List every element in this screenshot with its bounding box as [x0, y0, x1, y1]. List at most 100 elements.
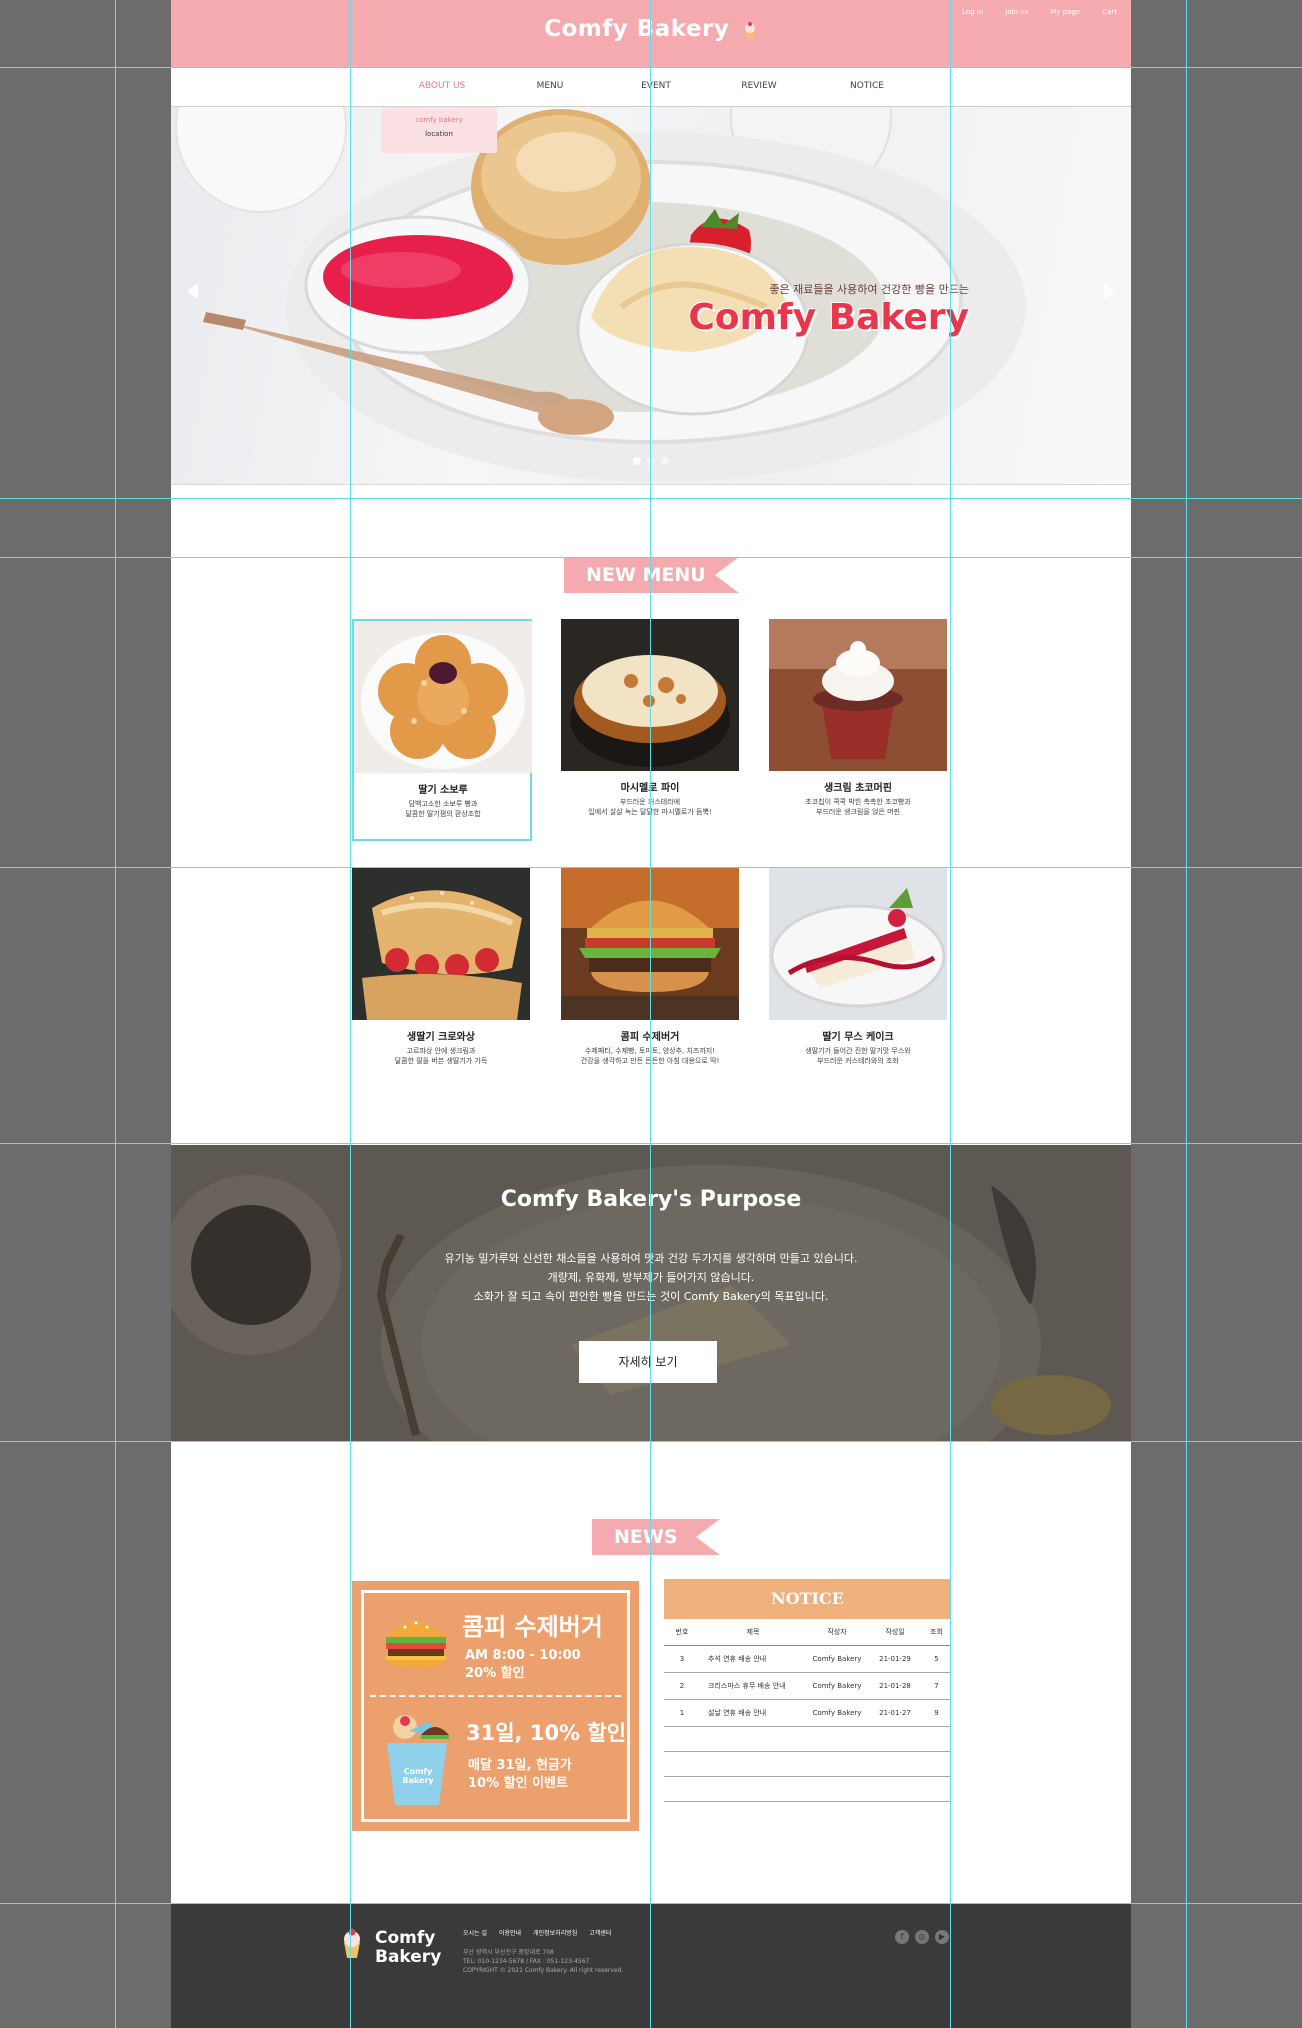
guide-line — [650, 0, 651, 2028]
dessert-cup-icon — [387, 1715, 449, 1805]
cell: 2 — [664, 1672, 700, 1700]
menu-card[interactable]: 마시멜로 파이 부드러운 커스테라에입에서 살살 녹는 달달한 마시멜로가 듬뿍… — [561, 619, 741, 841]
cup-label: Comfy Bakery — [402, 1767, 434, 1785]
join-link[interactable]: Join us — [1005, 8, 1028, 16]
notice-title[interactable]: NOTICE — [664, 1579, 951, 1619]
menu-desc: 생딸기가 들어간 진한 딸기맛 무스와 부드러운 커스테라와의 조화 — [769, 1046, 947, 1066]
footer-link-guide[interactable]: 이용안내 — [499, 1928, 521, 1937]
notice-link[interactable]: 크리스마스 휴무 배송 안내 — [700, 1672, 806, 1700]
mypage-link[interactable]: My page — [1050, 8, 1080, 16]
event-time: AM 8:00 - 10:00 — [465, 1648, 581, 1663]
footer-info: 부산 광역시 부산진구 중앙대로 708 TEL: 010-1234-5678 … — [463, 1948, 623, 1975]
table-row[interactable]: 1 설날 연휴 배송 안내 Comfy Bakery 21-01-27 9 — [664, 1699, 951, 1727]
cell: Comfy Bakery — [806, 1645, 868, 1673]
event-date: 매달 31일, 현금가 — [468, 1758, 572, 1773]
read-more-button[interactable]: 자세히 보기 — [579, 1341, 717, 1383]
strawberry-croissant-photo — [352, 868, 530, 1020]
strawberry-mousse-cake-photo — [769, 868, 947, 1020]
guide-line — [350, 0, 351, 2028]
hero-slider: 좋은 재료들을 사용하여 건강한 빵을 만드는 Comfy Bakery — [171, 107, 1131, 485]
hero-photo — [175, 107, 1026, 482]
about-submenu: comfy bakery location — [381, 107, 497, 153]
menu-desc: 담백고소한 소보루 빵과달콤한 딸기잼의 환상조합 — [354, 799, 532, 819]
cell: 1 — [664, 1699, 700, 1727]
nav-item-about[interactable]: ABOUT US — [419, 81, 466, 91]
nav-item-event[interactable]: EVENT — [641, 81, 671, 91]
instagram-icon[interactable]: ◎ — [915, 1930, 929, 1944]
footer-logo[interactable]: Comfy Bakery — [375, 1929, 441, 1967]
footer-links: 오시는 길 이용안내 개인정보처리방침 고객센터 — [463, 1928, 611, 1937]
table-row[interactable]: 2 크리스마스 휴무 배송 안내 Comfy Bakery 21-01-28 7 — [664, 1672, 951, 1700]
notice-link[interactable]: 추석 연휴 배송 안내 — [700, 1645, 806, 1673]
guide-line — [0, 1441, 1302, 1442]
event-divider — [370, 1695, 621, 1697]
cart-link[interactable]: Cart — [1102, 8, 1117, 16]
cupcake-icon — [744, 21, 755, 38]
menu-card[interactable]: 딸기 무스 케이크 생딸기가 들어간 진한 딸기맛 무스와 부드러운 커스테라와의… — [769, 868, 949, 1090]
menu-name: 생딸기 크로와상 — [407, 1032, 475, 1043]
notice-link[interactable]: 설날 연휴 배송 안내 — [700, 1699, 806, 1727]
facebook-icon[interactable]: f — [895, 1930, 909, 1944]
purpose-line: 유기농 밀가루와 신선한 채소들을 사용하여 맛과 건강 두가지를 생각하며 만… — [444, 1252, 858, 1265]
guide-line — [0, 498, 1302, 499]
purpose-title: Comfy Bakery's Purpose — [500, 1187, 802, 1212]
col-views: 조회 — [922, 1619, 951, 1646]
col-no: 번호 — [664, 1619, 700, 1646]
footer-cupcake-icon — [344, 1928, 360, 1958]
prev-slide-arrow[interactable] — [187, 283, 198, 299]
guide-line — [0, 557, 1302, 558]
empty-row — [664, 1777, 951, 1802]
cell: 21-01-29 — [868, 1645, 922, 1673]
slide-dot[interactable] — [633, 457, 641, 465]
nav-item-notice[interactable]: NOTICE — [850, 81, 884, 91]
login-link[interactable]: Log in — [962, 8, 983, 16]
youtube-icon[interactable]: ▶ — [935, 1930, 949, 1944]
page: Comfy Bakery Log in Join us My page Cart… — [171, 0, 1131, 2028]
submenu-item-comfy-bakery[interactable]: comfy bakery — [381, 116, 497, 124]
cell: Comfy Bakery — [806, 1672, 868, 1700]
menu-name: 딸기 무스 케이크 — [822, 1032, 894, 1043]
notice-board: NOTICE 번호 제목 작성자 작성일 조회 3 추석 연휴 배송 안내 Co… — [664, 1579, 951, 1802]
nav-item-menu[interactable]: MENU — [537, 81, 564, 91]
table-row[interactable]: 3 추석 연휴 배송 안내 Comfy Bakery 21-01-29 5 — [664, 1645, 951, 1673]
menu-desc-line: 달콤한 딸기잼의 환상조합 — [405, 810, 481, 818]
menu-desc-line: 달콤한 딸을 버븐 생딸기가 가득 — [394, 1057, 488, 1065]
hero-tagline: 좋은 재료들을 사용하여 건강한 빵을 만드는 — [769, 283, 969, 296]
social-links: f ◎ ▶ — [895, 1930, 949, 1944]
nav-item-review[interactable]: REVIEW — [741, 81, 776, 91]
menu-card[interactable]: 생크림 초코머핀 초코칩이 콕콕 박힌 촉촉한 초코빵과 부드러운 생크림을 얹은… — [769, 619, 949, 841]
site-logo[interactable]: Comfy Bakery — [171, 16, 1131, 42]
guide-line — [0, 1903, 1302, 1904]
slide-dot[interactable] — [661, 457, 669, 465]
submenu-item-location[interactable]: location — [381, 130, 497, 138]
new-menu-heading: NEW MENU — [564, 557, 739, 593]
footer-link-privacy[interactable]: 개인정보처리방침 — [533, 1928, 577, 1937]
next-slide-arrow[interactable] — [1104, 283, 1115, 299]
menu-desc-line: 담백고소한 소보루 빵과 — [408, 800, 478, 808]
menu-card[interactable]: 생딸기 크로와상 고르퍄상 안에 생크림과달콤한 딸을 버븐 생딸기가 가득 — [352, 868, 532, 1090]
menu-card[interactable]: 콤피 수제버거 수제패티, 수제빵, 토마토, 양상추, 치즈까지!건강을 생각… — [561, 868, 741, 1090]
cell: 3 — [664, 1645, 700, 1673]
cell: 21-01-28 — [868, 1672, 922, 1700]
footer-logo-line: Comfy — [375, 1928, 436, 1948]
menu-name: 딸기 소보루 — [418, 785, 468, 796]
notice-table: 번호 제목 작성자 작성일 조회 3 추석 연휴 배송 안내 Comfy Bak… — [664, 1619, 951, 1727]
menu-card[interactable]: 딸기 소보루 담백고소한 소보루 빵과달콤한 딸기잼의 환상조합 — [352, 619, 532, 841]
footer-link-directions[interactable]: 오시는 길 — [463, 1928, 487, 1937]
menu-desc: 초코칩이 콕콕 박힌 촉촉한 초코빵과 부드러운 생크림을 얹은 머핀 — [769, 797, 947, 817]
menu-desc-line: 고르퍄상 안에 생크림과 — [406, 1047, 476, 1055]
site-footer: Comfy Bakery 오시는 길 이용안내 개인정보처리방침 고객센터 부산 … — [171, 1904, 1131, 2028]
slide-dot[interactable] — [647, 457, 655, 465]
event-banner[interactable]: 콤피 수제버거 AM 8:00 - 10:00 20% 할인 Comfy Bake… — [352, 1581, 639, 1831]
col-title: 제목 — [700, 1619, 806, 1646]
cell: 5 — [922, 1645, 951, 1673]
purpose-line: 소화가 잘 되고 속이 편안한 빵을 만드는 것이 Comfy Bakery의 … — [473, 1290, 829, 1303]
event-discount: 20% 할인 — [465, 1666, 525, 1681]
cell: 21-01-27 — [868, 1699, 922, 1727]
footer-logo-line: Bakery — [375, 1947, 442, 1967]
footer-link-support[interactable]: 고객센터 — [589, 1928, 611, 1937]
menu-desc-line: 생딸기가 들어간 진한 딸기맛 무스와 — [805, 1047, 911, 1055]
guide-line — [1186, 0, 1187, 2028]
menu-desc-line: 초코칩이 콕콕 박힌 촉촉한 초코빵과 — [805, 798, 911, 806]
main-nav: ABOUT US MENU EVENT REVIEW NOTICE — [171, 67, 1131, 107]
